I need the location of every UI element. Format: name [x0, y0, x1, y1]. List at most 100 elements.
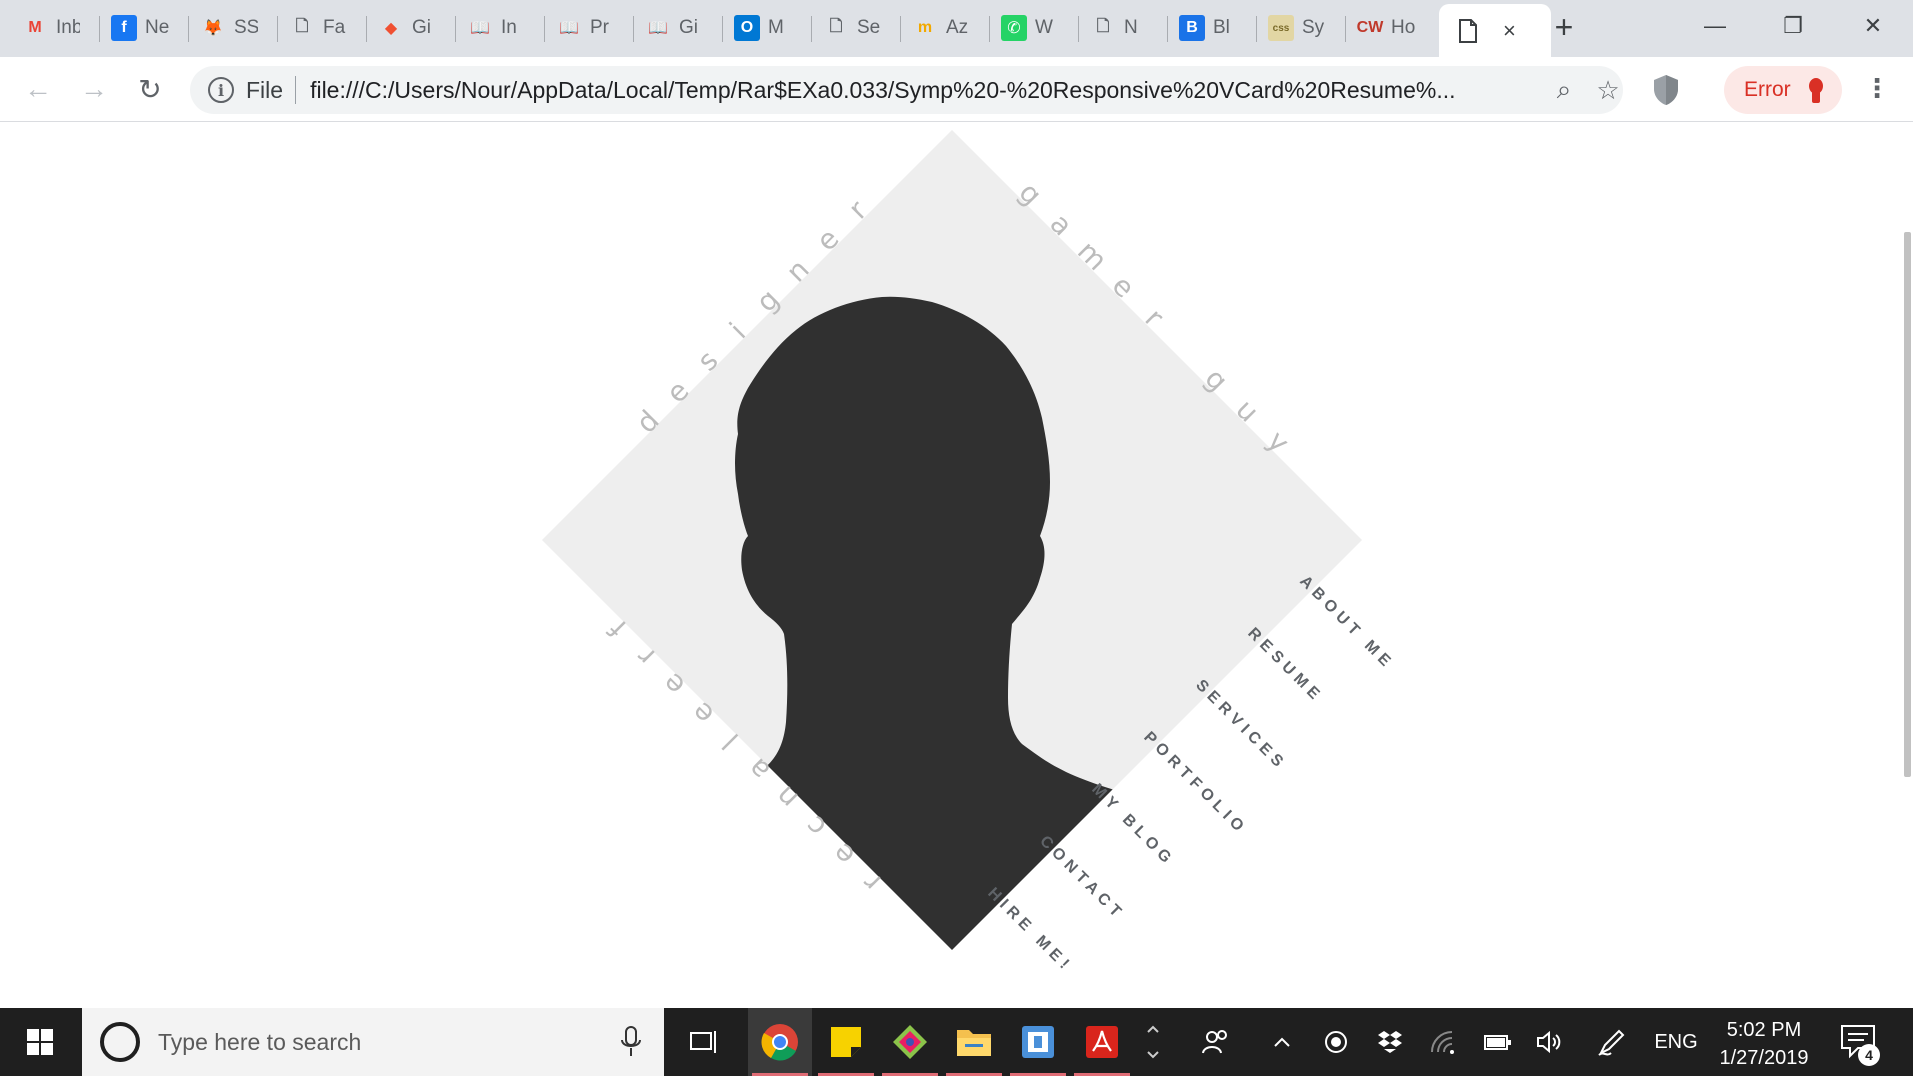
microphone-icon[interactable] [620, 1026, 642, 1058]
blog-icon: B [1179, 15, 1205, 41]
tab-title: Inbox [56, 17, 80, 38]
windows-taskbar: Type here to search ENG 5:02 PM 1/27/201… [0, 1008, 1913, 1076]
tab-separator [811, 16, 812, 42]
tab[interactable]: B Bl [1169, 8, 1254, 48]
tab-separator [544, 16, 545, 42]
book-icon: 📖 [559, 20, 579, 37]
tab-title: SS [234, 17, 258, 38]
taskbar-scroll-arrows[interactable] [1140, 1008, 1166, 1076]
tab[interactable]: 📖 Pr [546, 8, 631, 48]
tab-separator [1078, 16, 1079, 42]
git-kraken-icon[interactable] [878, 1008, 942, 1076]
address-bar[interactable]: i File file:///C:/Users/Nour/AppData/Loc… [190, 66, 1623, 114]
book-icon: 📖 [648, 20, 668, 37]
tab-title: Bl [1213, 17, 1230, 38]
tab[interactable]: ◆ Gi [368, 8, 453, 48]
tab[interactable]: m Az [902, 8, 987, 48]
gitlab-icon: 🦊 [203, 20, 223, 37]
language-indicator[interactable]: ENG [1650, 1008, 1702, 1076]
task-view-icon[interactable] [672, 1008, 736, 1076]
tab[interactable]: M Inbox [12, 8, 97, 48]
battery-icon[interactable] [1480, 1008, 1516, 1076]
people-icon[interactable] [1196, 1008, 1236, 1076]
document-icon: 🗋 [1096, 17, 1110, 35]
document-icon: 🗋 [295, 17, 309, 35]
tab[interactable]: 🦊 SS [190, 8, 275, 48]
tab[interactable]: f News [101, 8, 186, 48]
new-tab-button[interactable]: + [1546, 10, 1582, 46]
tab[interactable]: css Sy [1258, 8, 1343, 48]
forward-button[interactable]: → [74, 69, 114, 109]
codewars-icon: CW [1356, 19, 1384, 36]
tab-title: Fa [323, 17, 346, 38]
taskbar-search[interactable]: Type here to search [82, 1008, 664, 1076]
tab-title: Se [857, 17, 881, 38]
tab-active[interactable]: × [1439, 4, 1551, 57]
tab-separator [99, 16, 100, 42]
restore-button[interactable]: ❐ [1754, 4, 1832, 48]
bookmark-star-icon[interactable]: ☆ [1592, 74, 1624, 106]
document-icon [1455, 18, 1481, 44]
chrome-menu-icon[interactable]: ⋮ [1862, 73, 1892, 107]
page-content: designergamer guyfreelancer ABOUT ME RES… [0, 122, 1913, 1008]
sticky-notes-icon[interactable] [814, 1008, 878, 1076]
document-icon: 🗋 [829, 17, 843, 35]
git-icon: ◆ [384, 20, 398, 37]
notification-count-badge: 4 [1858, 1044, 1880, 1066]
tab-separator [1167, 16, 1168, 42]
close-tab-icon[interactable]: × [1503, 18, 1516, 44]
gmail-icon: M [28, 19, 42, 36]
search-placeholder[interactable]: Type here to search [158, 1029, 620, 1056]
record-icon[interactable] [1318, 1008, 1354, 1076]
scrollbar-thumb[interactable] [1904, 232, 1911, 777]
tab-separator [366, 16, 367, 42]
browser-toolbar: ← → ↻ i File file:///C:/Users/Nour/AppDa… [0, 57, 1913, 122]
pen-icon[interactable] [1594, 1008, 1630, 1076]
app-icon[interactable] [1006, 1008, 1070, 1076]
site-info-icon[interactable]: i [208, 77, 234, 103]
tab-title: N [1124, 17, 1138, 38]
file-explorer-icon[interactable] [942, 1008, 1006, 1076]
acrobat-icon[interactable] [1070, 1008, 1134, 1076]
wifi-icon[interactable] [1426, 1008, 1462, 1076]
clock[interactable]: 5:02 PM 1/27/2019 [1702, 1016, 1826, 1072]
azure-icon: m [917, 19, 933, 36]
back-button[interactable]: ← [18, 69, 58, 109]
tab[interactable]: ✆ W [991, 8, 1076, 48]
shield-extension-icon[interactable] [1651, 73, 1681, 107]
tab-title: Ho [1391, 17, 1415, 38]
tab-title: Az [946, 17, 969, 38]
dropbox-icon[interactable] [1372, 1008, 1408, 1076]
tab[interactable]: 🗋 Se [813, 8, 898, 48]
tab-title: Pr [590, 17, 609, 38]
tab-separator [722, 16, 723, 42]
book-icon: 📖 [470, 20, 490, 37]
tab[interactable]: 🗋 N [1080, 8, 1165, 48]
url-text[interactable]: file:///C:/Users/Nour/AppData/Local/Temp… [310, 77, 1505, 104]
tab[interactable]: 🗋 Fa [279, 8, 364, 48]
page-scrollbar[interactable] [1896, 122, 1913, 1008]
tab-separator [455, 16, 456, 42]
show-hidden-icons-chevron-icon[interactable] [1266, 1008, 1298, 1076]
cortana-icon[interactable] [100, 1022, 140, 1062]
tab-title: News [145, 17, 169, 38]
volume-icon[interactable] [1532, 1008, 1568, 1076]
reload-button[interactable]: ↻ [130, 69, 170, 109]
window-close-button[interactable]: ✕ [1834, 4, 1912, 48]
tab[interactable]: 📖 In [457, 8, 542, 48]
tab-separator [1256, 16, 1257, 42]
clock-time: 5:02 PM [1726, 1019, 1802, 1041]
tab[interactable]: CW Ho [1347, 8, 1432, 48]
profile-error-chip[interactable]: Error [1724, 66, 1842, 114]
chrome-icon[interactable] [748, 1008, 812, 1076]
tab[interactable]: OM [724, 8, 809, 48]
start-button[interactable] [0, 1008, 80, 1076]
outlook-icon: O [734, 15, 760, 41]
tab[interactable]: 📖 Gi [635, 8, 720, 48]
tab-title: Gi [412, 17, 431, 38]
clock-date: 1/27/2019 [1719, 1047, 1809, 1069]
tab-separator [900, 16, 901, 42]
error-label: Error [1744, 78, 1791, 101]
minimize-button[interactable]: — [1676, 4, 1754, 48]
zoom-icon[interactable]: ⌕ [1548, 74, 1580, 106]
